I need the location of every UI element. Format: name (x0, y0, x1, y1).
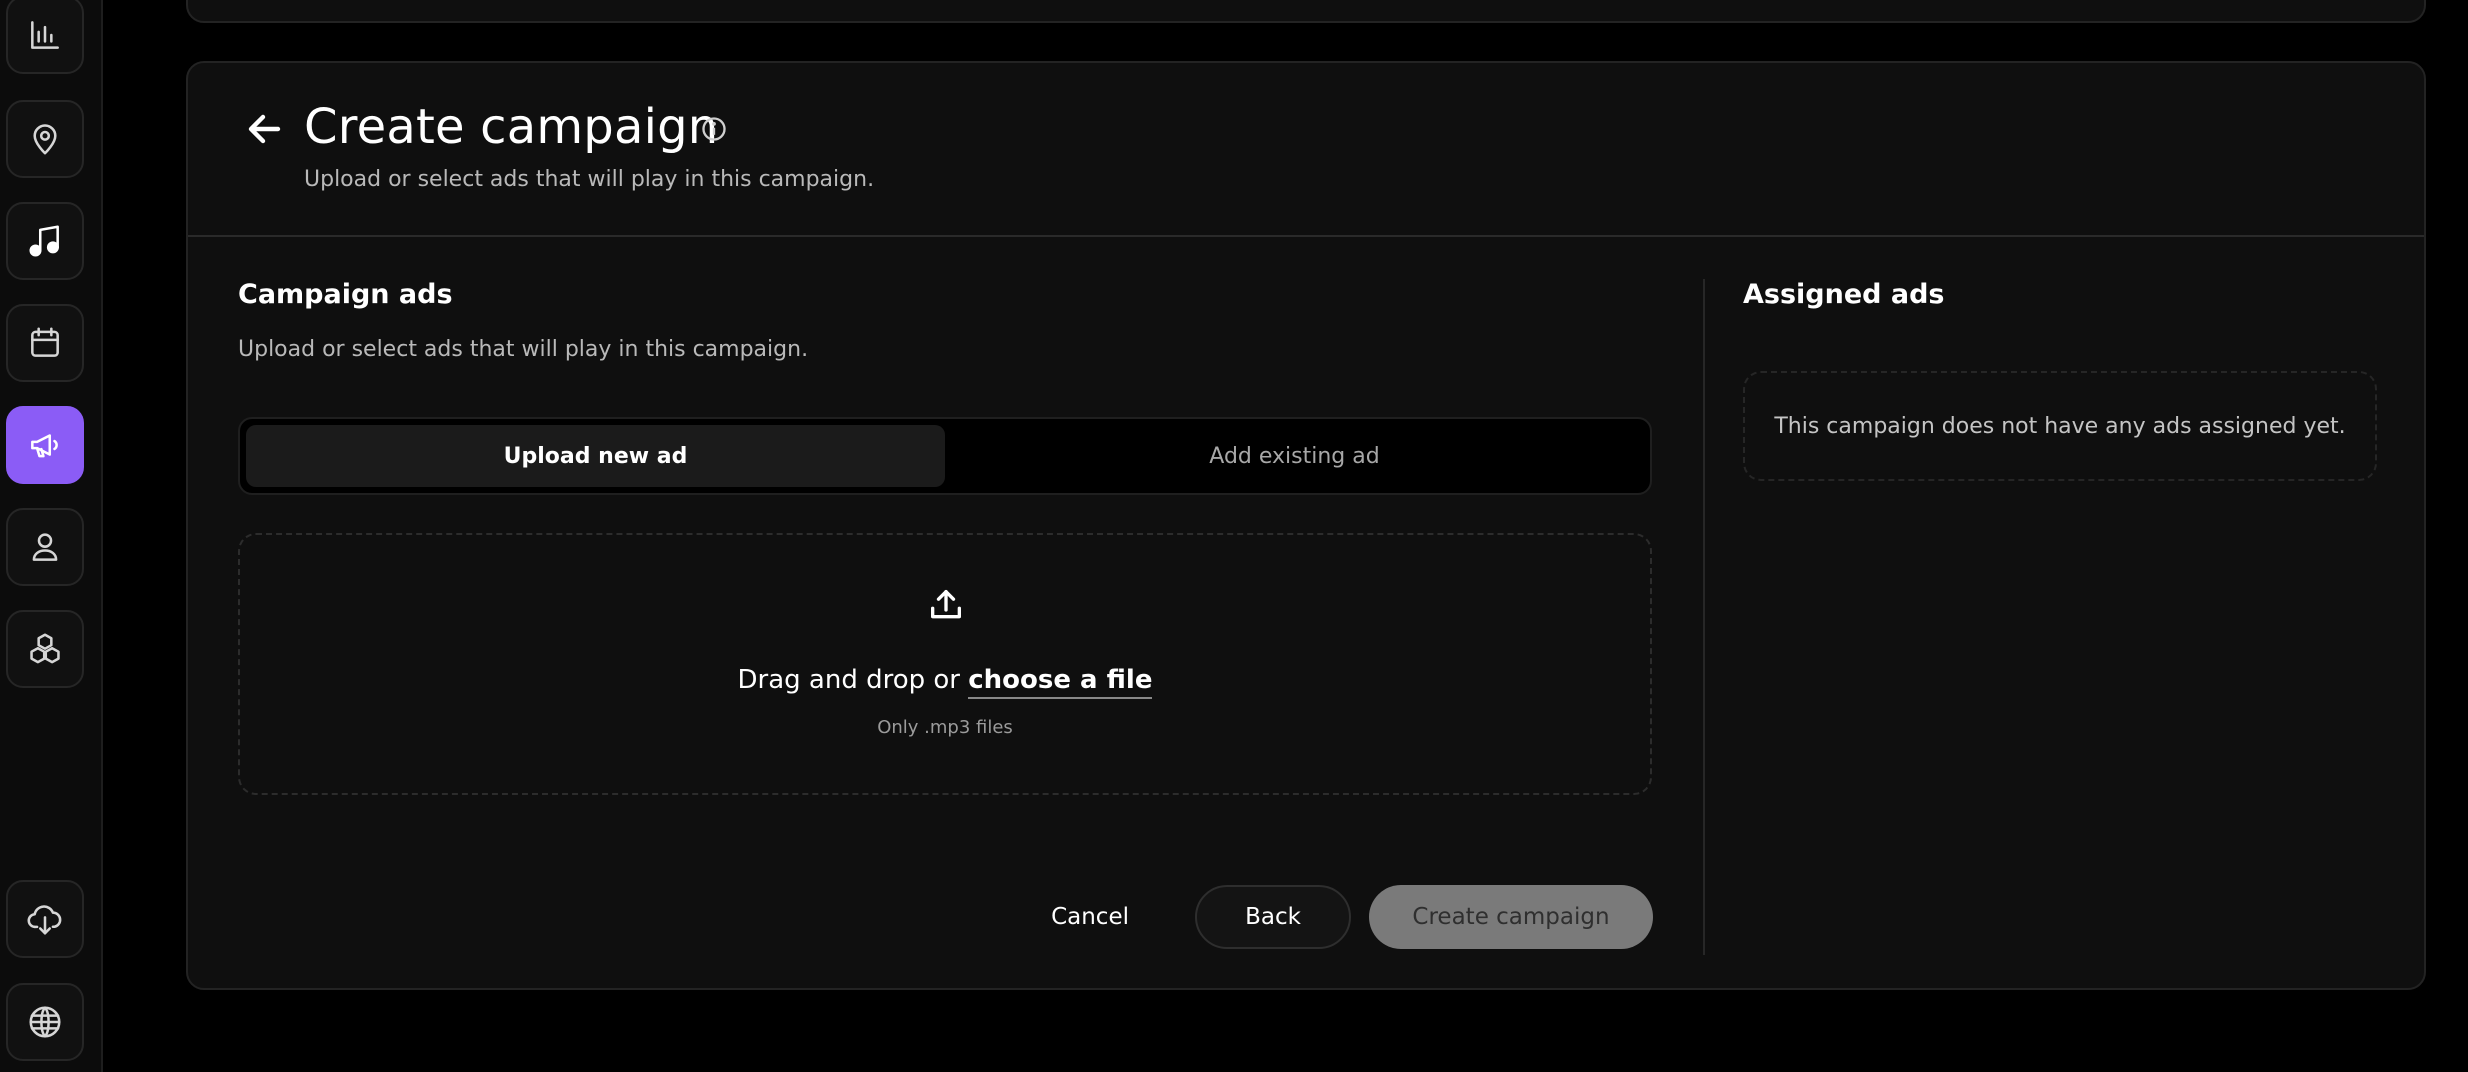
sidebar-item-downloads[interactable] (6, 880, 84, 958)
ad-source-tabs: Upload new ad Add existing ad (238, 417, 1652, 495)
dropzone-hint: Only .mp3 files (877, 717, 1013, 738)
arrow-left-icon (248, 114, 281, 144)
sidebar-item-schedule[interactable] (6, 304, 84, 382)
assigned-ads-title: Assigned ads (1743, 279, 1945, 310)
form-actions: Cancel Back Create campaign (1051, 885, 1653, 949)
sidebar-item-account[interactable] (6, 508, 84, 586)
create-campaign-card: Create campaign Upload or select ads tha… (186, 61, 2426, 990)
card-header: Create campaign Upload or select ads tha… (188, 63, 2424, 237)
sidebar-item-campaigns[interactable] (6, 406, 84, 484)
sidebar (0, 0, 103, 1072)
tab-add-existing-ad[interactable]: Add existing ad (945, 425, 1644, 487)
globe-icon (29, 1006, 61, 1038)
tab-upload-new-ad[interactable]: Upload new ad (246, 425, 945, 487)
back-button[interactable]: Back (1195, 885, 1351, 949)
sidebar-item-language[interactable] (6, 983, 84, 1061)
choose-file-link[interactable]: choose a file (968, 665, 1153, 699)
page-title: Create campaign (304, 99, 719, 155)
dropzone-text: Drag and drop or choose a file (240, 665, 1650, 699)
file-dropzone[interactable]: Drag and drop or choose a file Only .mp3… (238, 533, 1652, 795)
cloud-download-icon (27, 905, 62, 935)
music-note-icon (29, 225, 59, 257)
bar-chart-icon (31, 21, 59, 49)
previous-step-card (186, 0, 2426, 23)
campaign-ads-title: Campaign ads (238, 279, 453, 310)
calendar-icon (31, 327, 59, 357)
page-subtitle: Upload or select ads that will play in t… (304, 167, 875, 192)
dropzone-prefix: Drag and drop or (737, 665, 969, 695)
map-pin-icon (33, 124, 57, 155)
sidebar-item-analytics[interactable] (6, 0, 84, 74)
boxes-icon (30, 633, 60, 664)
assigned-ads-empty-state: This campaign does not have any ads assi… (1743, 371, 2377, 481)
create-campaign-button[interactable]: Create campaign (1369, 885, 1653, 949)
sidebar-item-music[interactable] (6, 202, 84, 280)
campaign-ads-description: Upload or select ads that will play in t… (238, 337, 809, 362)
user-icon (32, 533, 58, 561)
campaign-ads-panel: Campaign ads Upload or select ads that w… (188, 239, 1703, 988)
sidebar-item-locations[interactable] (6, 100, 84, 178)
back-arrow-button[interactable] (240, 105, 288, 153)
cancel-button[interactable]: Cancel (1051, 904, 1129, 930)
info-icon[interactable] (700, 115, 728, 143)
sidebar-item-integrations[interactable] (6, 610, 84, 688)
upload-icon (926, 585, 966, 625)
assigned-ads-panel: Assigned ads This campaign does not have… (1705, 239, 2424, 988)
megaphone-icon (31, 434, 58, 458)
